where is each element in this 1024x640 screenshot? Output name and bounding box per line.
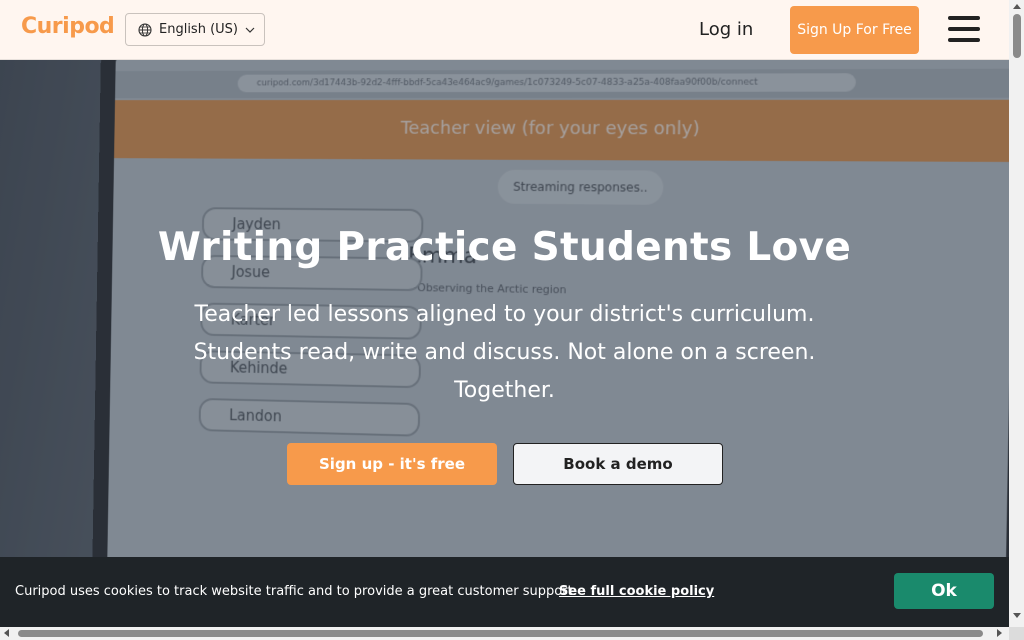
curipod-logo[interactable]: Curipod (21, 14, 115, 39)
vertical-scrollbar[interactable] (1009, 0, 1024, 627)
chevron-down-icon (245, 27, 255, 33)
hero-subtitle: Teacher led lessons aligned to your dist… (193, 302, 816, 403)
cookie-banner: Curipod uses cookies to track website tr… (0, 557, 1009, 627)
language-selector[interactable]: English (US) (125, 13, 265, 46)
scroll-left-icon[interactable] (4, 629, 9, 637)
scrollbar-corner (1009, 627, 1024, 640)
menu-line (948, 16, 980, 20)
cookie-policy-link[interactable]: See full cookie policy (559, 584, 714, 599)
scroll-down-icon[interactable] (1013, 613, 1021, 618)
language-label: English (US) (159, 22, 238, 37)
scrollbar-thumb[interactable] (18, 630, 983, 637)
scrollbar-thumb[interactable] (1013, 14, 1021, 58)
site-header: Curipod English (US) Log in Sign Up For … (0, 0, 1009, 60)
login-link[interactable]: Log in (699, 19, 753, 40)
hero-section: curipod.com/3d17443b-92d2-4fff-bbdf-5ca4… (0, 60, 1009, 557)
signup-button[interactable]: Sign Up For Free (790, 6, 919, 54)
horizontal-scrollbar[interactable] (0, 627, 1009, 640)
book-demo-button[interactable]: Book a demo (513, 443, 723, 485)
globe-icon (138, 22, 152, 37)
cookie-ok-button[interactable]: Ok (894, 573, 994, 609)
scroll-up-icon[interactable] (1013, 4, 1021, 9)
menu-line (948, 27, 980, 31)
hero-title: Writing Practice Students Love (157, 225, 852, 270)
signup-free-button[interactable]: Sign up - it's free (287, 443, 497, 485)
hamburger-menu-icon[interactable] (948, 16, 980, 42)
scroll-right-icon[interactable] (997, 629, 1002, 637)
cookie-text: Curipod uses cookies to track website tr… (15, 584, 577, 599)
menu-line (948, 38, 980, 42)
